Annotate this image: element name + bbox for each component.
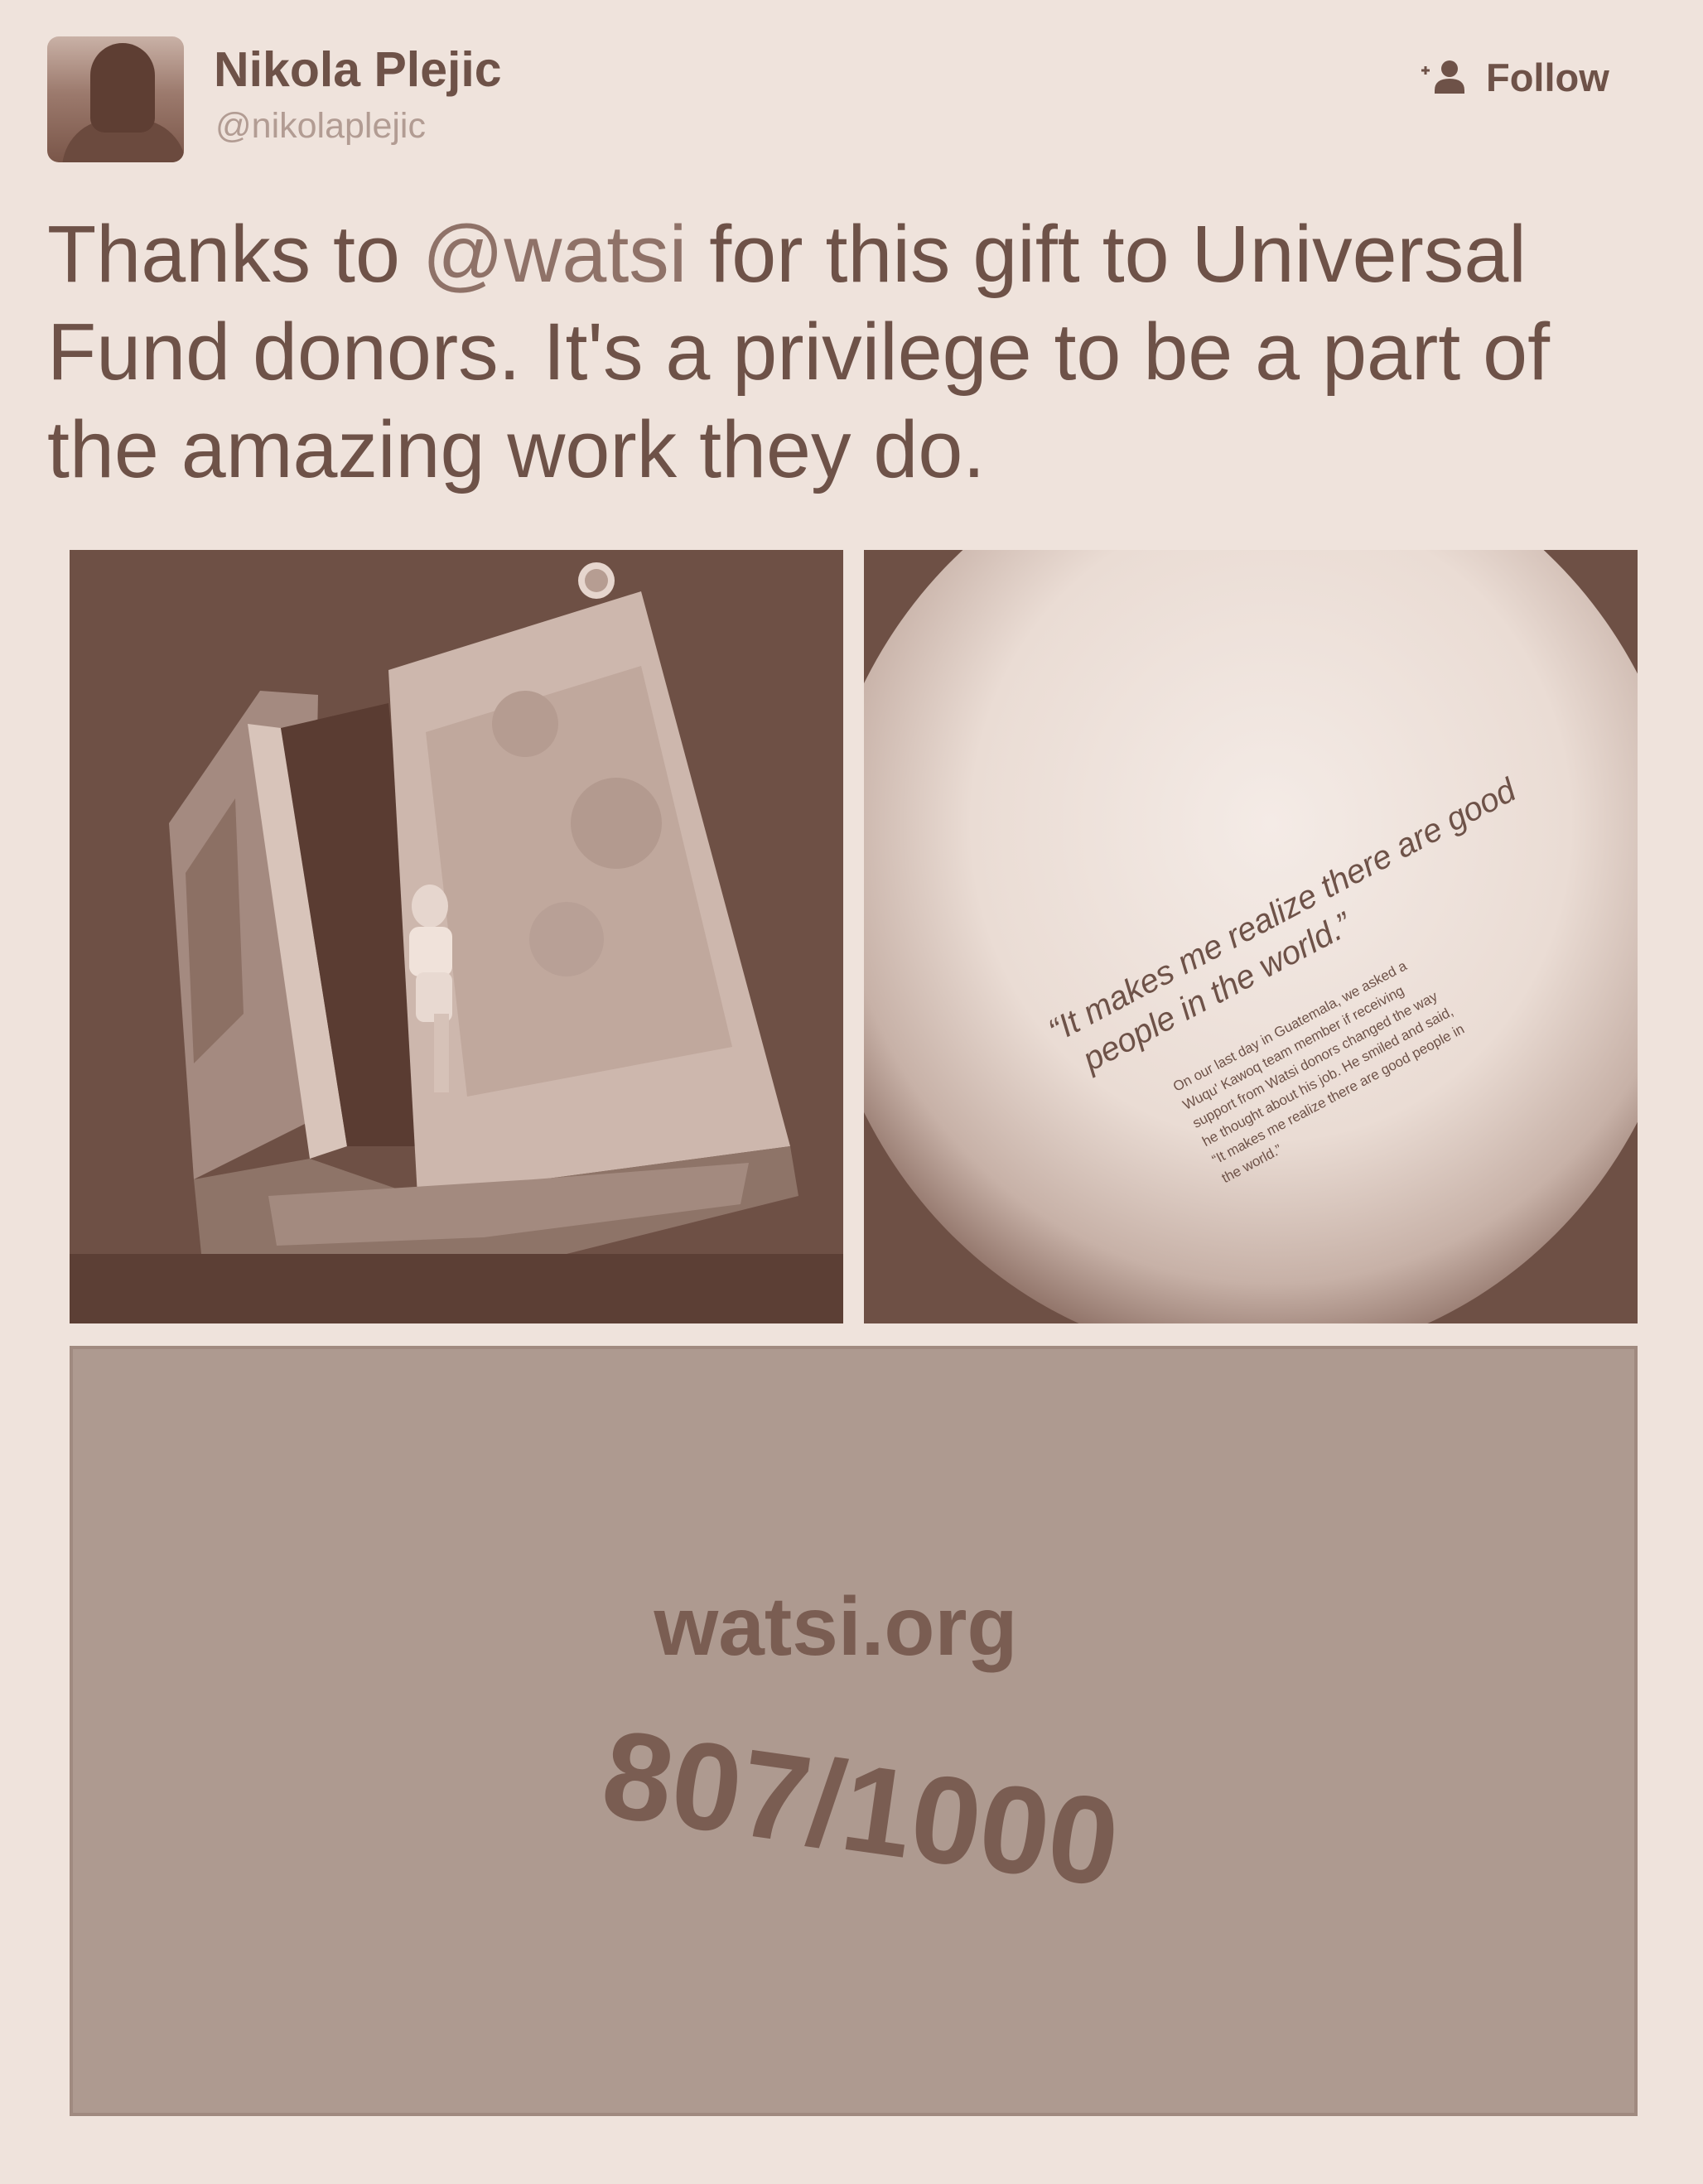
tweet-text-start: Thanks to bbox=[47, 209, 422, 299]
doorway-scene-image bbox=[70, 550, 843, 1323]
tweet-photo-3[interactable]: watsi.org 807/1000 bbox=[70, 1346, 1638, 2116]
author-display-name[interactable]: Nikola Plejic bbox=[214, 41, 502, 98]
follow-button-label: Follow bbox=[1486, 55, 1609, 99]
author-avatar[interactable] bbox=[47, 36, 184, 162]
mention-link[interactable]: @watsi bbox=[422, 209, 687, 299]
tweet-text: Thanks to @watsi for this gift to Univer… bbox=[47, 205, 1654, 499]
watsi-site-text: watsi.org bbox=[654, 1580, 1018, 1673]
author-handle[interactable]: @nikolaplejic bbox=[215, 106, 426, 147]
quote-card-image: “It makes me realize there are goodpeopl… bbox=[864, 550, 1638, 1323]
follow-person-plus-icon bbox=[1421, 60, 1464, 94]
tweet-photo-1[interactable] bbox=[70, 550, 843, 1323]
avatar-head bbox=[90, 43, 155, 133]
tweet-photo-2[interactable]: “It makes me realize there are goodpeopl… bbox=[864, 550, 1638, 1323]
watsi-card-image: watsi.org 807/1000 bbox=[70, 1346, 1638, 2116]
follow-button[interactable]: Follow bbox=[1418, 48, 1609, 106]
